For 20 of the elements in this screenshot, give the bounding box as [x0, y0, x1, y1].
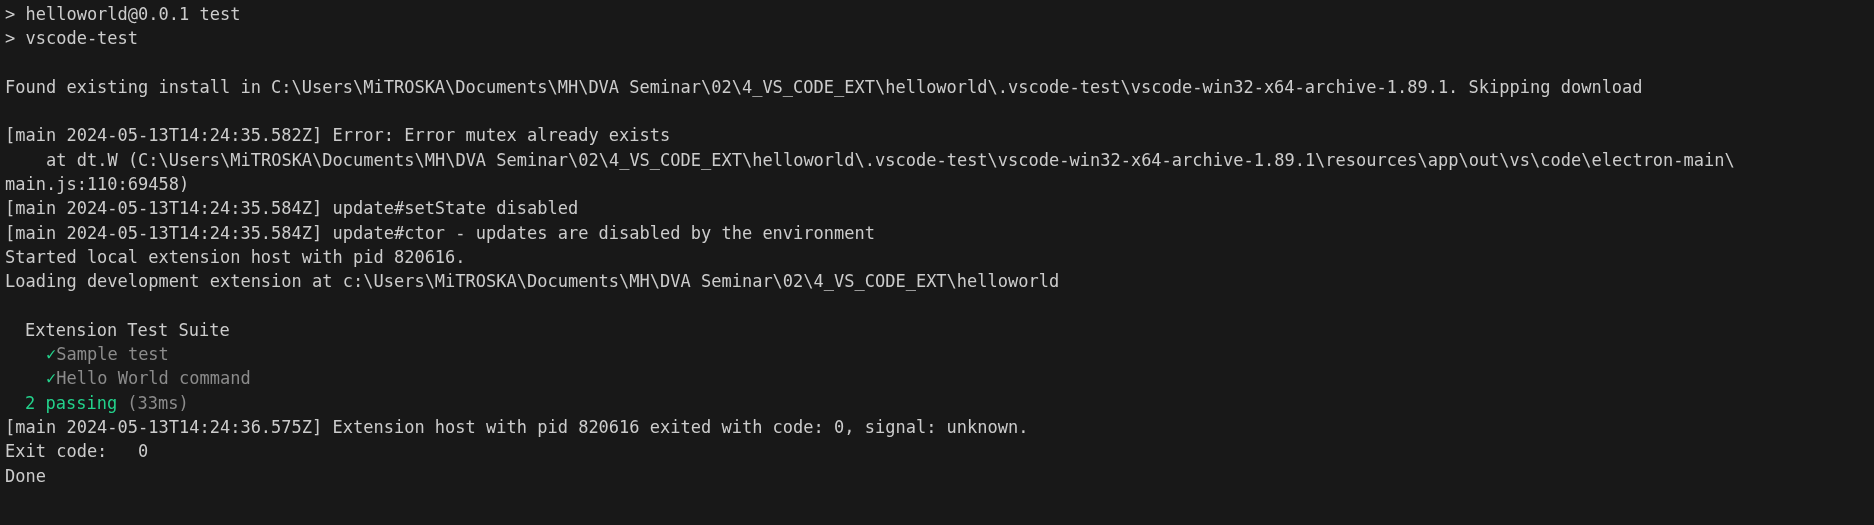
test-duration: (33ms) [127, 391, 189, 415]
check-icon: ✓ [46, 366, 57, 391]
output-line: > helloworld@0.0.1 test [5, 3, 241, 26]
output-line: at dt.W (C:\Users\MiTROSKA\Documents\MH\DVA Seminar\02\4_VS_CODE_EXT\helloworld\.vscode-test\vscode-win32-x64-archive-1.89.1\resources\app\out\vs\code\electron-main\ [46, 148, 1735, 172]
suite-title: Extension Test Suite [25, 318, 230, 342]
output-line: [main 2024-05-13T14:24:36.575Z] Extension host with pid 820616 exited with code: 0, signal: unknown. [5, 416, 1029, 440]
output-line: Exit code: 0 [5, 440, 149, 464]
passing-count: 2 passing [25, 391, 118, 415]
output-line: [main 2024-05-13T14:24:35.584Z] update#ctor - updates are disabled by the environment [5, 221, 875, 245]
output-line: Loading development extension at c:\Users\MiTROSKA\Documents\MH\DVA Seminar\02\4_VS_CODE_EXT\helloworld [5, 270, 1060, 294]
output-line: Found existing install in C:\Users\MiTROSKA\Documents\MH\DVA Seminar\02\4_VS_CODE_EXT\helloworld\.vscode-test\vscode-win32-x64-archive-1.89.1. Skipping download [5, 75, 1643, 99]
check-icon: ✓ [46, 342, 57, 367]
output-line: [main 2024-05-13T14:24:35.582Z] Error: Error mutex already exists [5, 124, 671, 148]
output-line: [main 2024-05-13T14:24:35.584Z] update#setState disabled [5, 197, 579, 221]
output-line: Done [5, 464, 46, 488]
output-line: Started local extension host with pid 820616. [5, 245, 466, 269]
output-line: > vscode-test [5, 27, 139, 51]
test-name: Sample test [56, 343, 169, 367]
output-line: main.js:110:69458) [5, 173, 190, 197]
test-name: Hello World command [56, 367, 251, 391]
